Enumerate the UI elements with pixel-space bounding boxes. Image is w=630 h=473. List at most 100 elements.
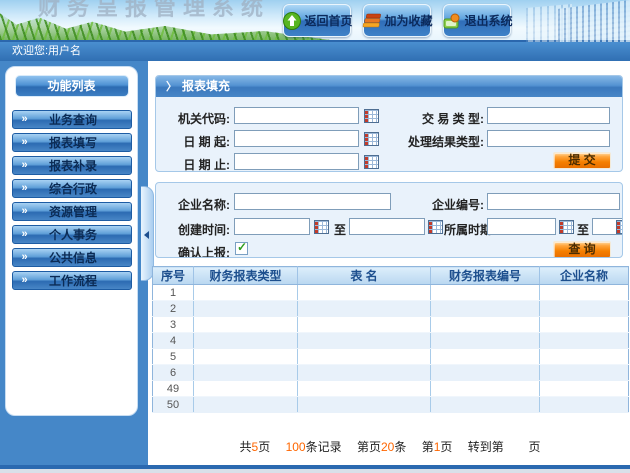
goto-suffix: 页	[528, 440, 540, 454]
cell-company	[540, 317, 629, 333]
table-row[interactable]: 50	[153, 397, 629, 413]
sidebar-item-label: 资源管理	[28, 203, 131, 220]
per-page: 第页20条	[357, 440, 406, 454]
cell-report-type	[194, 381, 298, 397]
row-index: 1	[153, 285, 194, 301]
company-query-panel: 企业名称: 企业编号: 创建时间: 至 所属时期: 至 确认上报: ✓ 查 询	[155, 182, 623, 258]
query-button[interactable]: 查 询	[553, 241, 611, 258]
per-page-number: 20	[381, 440, 394, 454]
calendar-picker-icon[interactable]	[364, 109, 379, 123]
cell-table-name	[298, 317, 431, 333]
date-from-label: 日 期 起:	[168, 133, 230, 150]
submit-button[interactable]: 提 交	[553, 152, 611, 169]
table-row[interactable]: 5	[153, 349, 629, 365]
total-prefix: 共	[240, 440, 252, 454]
col-header-report-type: 财务报表类型	[194, 267, 298, 285]
cell-report-number	[431, 285, 540, 301]
current-page: 第1页	[422, 440, 453, 454]
create-time-label: 创建时间:	[168, 221, 230, 238]
table-row[interactable]: 4	[153, 333, 629, 349]
home-button[interactable]: 返回首页	[283, 4, 351, 37]
cell-table-name	[298, 301, 431, 317]
row-index: 3	[153, 317, 194, 333]
create-time-to-input[interactable]	[349, 218, 425, 235]
company-name-input[interactable]	[234, 193, 391, 210]
table-row[interactable]: 2	[153, 301, 629, 317]
result-type-input[interactable]	[487, 130, 610, 147]
col-header-table-name: 表 名	[298, 267, 431, 285]
welcome-text: 欢迎您:用户名	[12, 45, 81, 57]
sidebar-item-personal[interactable]: » 个人事务	[12, 225, 132, 244]
cell-company	[540, 285, 629, 301]
per-page-prefix: 第页	[357, 440, 381, 454]
cell-table-name	[298, 349, 431, 365]
sidebar-item-admin[interactable]: » 综合行政	[12, 179, 132, 198]
trade-type-label: 交 易 类 型:	[406, 110, 484, 127]
company-code-input[interactable]	[487, 193, 620, 210]
footer-strip	[0, 469, 630, 473]
calendar-picker-icon[interactable]	[559, 220, 574, 234]
calendar-picker-icon[interactable]	[428, 220, 443, 234]
sidebar-item-label: 业务查询	[28, 111, 131, 128]
sidebar-item-report-fill[interactable]: » 报表填写	[12, 133, 132, 152]
sidebar-item-report-supplement[interactable]: » 报表补录	[12, 156, 132, 175]
table-row[interactable]: 6	[153, 365, 629, 381]
record-suffix: 条记录	[306, 440, 342, 454]
table-row[interactable]: 1	[153, 285, 629, 301]
app-page: 财务呈报管理系统 返回首页 加为收藏	[0, 0, 630, 473]
sidebar-item-label: 报表补录	[28, 157, 131, 174]
system-title-watermark: 财务呈报管理系统	[38, 0, 270, 22]
period-from-input[interactable]	[487, 218, 556, 235]
record-count-number: 100	[286, 440, 306, 454]
welcome-bar: 欢迎您:用户名	[0, 42, 630, 61]
panel-header: 〉报表填充	[156, 76, 622, 97]
cell-report-number	[431, 333, 540, 349]
cell-report-type	[194, 285, 298, 301]
calendar-picker-icon[interactable]	[364, 132, 379, 146]
calendar-picker-icon[interactable]	[314, 220, 329, 234]
org-code-input[interactable]	[234, 107, 359, 124]
banner-buttons: 返回首页 加为收藏 退出系统	[283, 4, 523, 37]
confirm-report-checkbox[interactable]: ✓	[235, 242, 248, 255]
cell-company	[540, 381, 629, 397]
range-to-label: 至	[333, 221, 347, 238]
record-count: 100条记录	[286, 440, 342, 454]
top-banner: 财务呈报管理系统 返回首页 加为收藏	[0, 0, 630, 42]
sidebar-item-business-query[interactable]: » 业务查询	[12, 110, 132, 129]
total-suffix: 页	[258, 440, 270, 454]
cell-report-type	[194, 349, 298, 365]
cell-report-number	[431, 317, 540, 333]
create-time-from-input[interactable]	[234, 218, 310, 235]
favorite-books-icon	[362, 12, 382, 29]
range-to-label: 至	[576, 221, 590, 238]
org-code-label: 机关代码:	[168, 110, 230, 127]
calendar-picker-icon[interactable]	[616, 220, 623, 234]
trade-type-input[interactable]	[487, 107, 610, 124]
row-index: 6	[153, 365, 194, 381]
row-index: 5	[153, 349, 194, 365]
sidebar-title[interactable]: 功能列表	[15, 75, 129, 97]
cell-report-number	[431, 301, 540, 317]
current-suffix: 页	[440, 440, 452, 454]
company-code-label: 企业编号:	[422, 196, 484, 213]
add-favorite-button[interactable]: 加为收藏	[363, 4, 431, 37]
date-to-input[interactable]	[234, 153, 359, 170]
panel-title: 报表填充	[182, 79, 230, 93]
goto-page-input[interactable]	[507, 441, 525, 455]
per-page-suffix: 条	[394, 440, 406, 454]
pagination-bar: 共5页 100条记录 第页20条 第1页 转到第 页	[152, 438, 628, 455]
sidebar-item-workflow[interactable]: » 工作流程	[12, 271, 132, 290]
table-row[interactable]: 49	[153, 381, 629, 397]
sidebar-item-public-info[interactable]: » 公共信息	[12, 248, 132, 267]
table-row[interactable]: 3	[153, 317, 629, 333]
cell-company	[540, 301, 629, 317]
results-table: 序号 财务报表类型 表 名 财务报表编号 企业名称 1 2 3 4 5 6 49…	[152, 266, 629, 413]
sidebar-item-label: 综合行政	[28, 180, 131, 197]
logout-button[interactable]: 退出系统	[443, 4, 511, 37]
calendar-picker-icon[interactable]	[364, 155, 379, 169]
confirm-report-label: 确认上报:	[168, 244, 230, 258]
cell-report-type	[194, 365, 298, 381]
sidebar-item-resources[interactable]: » 资源管理	[12, 202, 132, 221]
result-type-label: 处理结果类型:	[406, 133, 484, 150]
date-from-input[interactable]	[234, 130, 359, 147]
